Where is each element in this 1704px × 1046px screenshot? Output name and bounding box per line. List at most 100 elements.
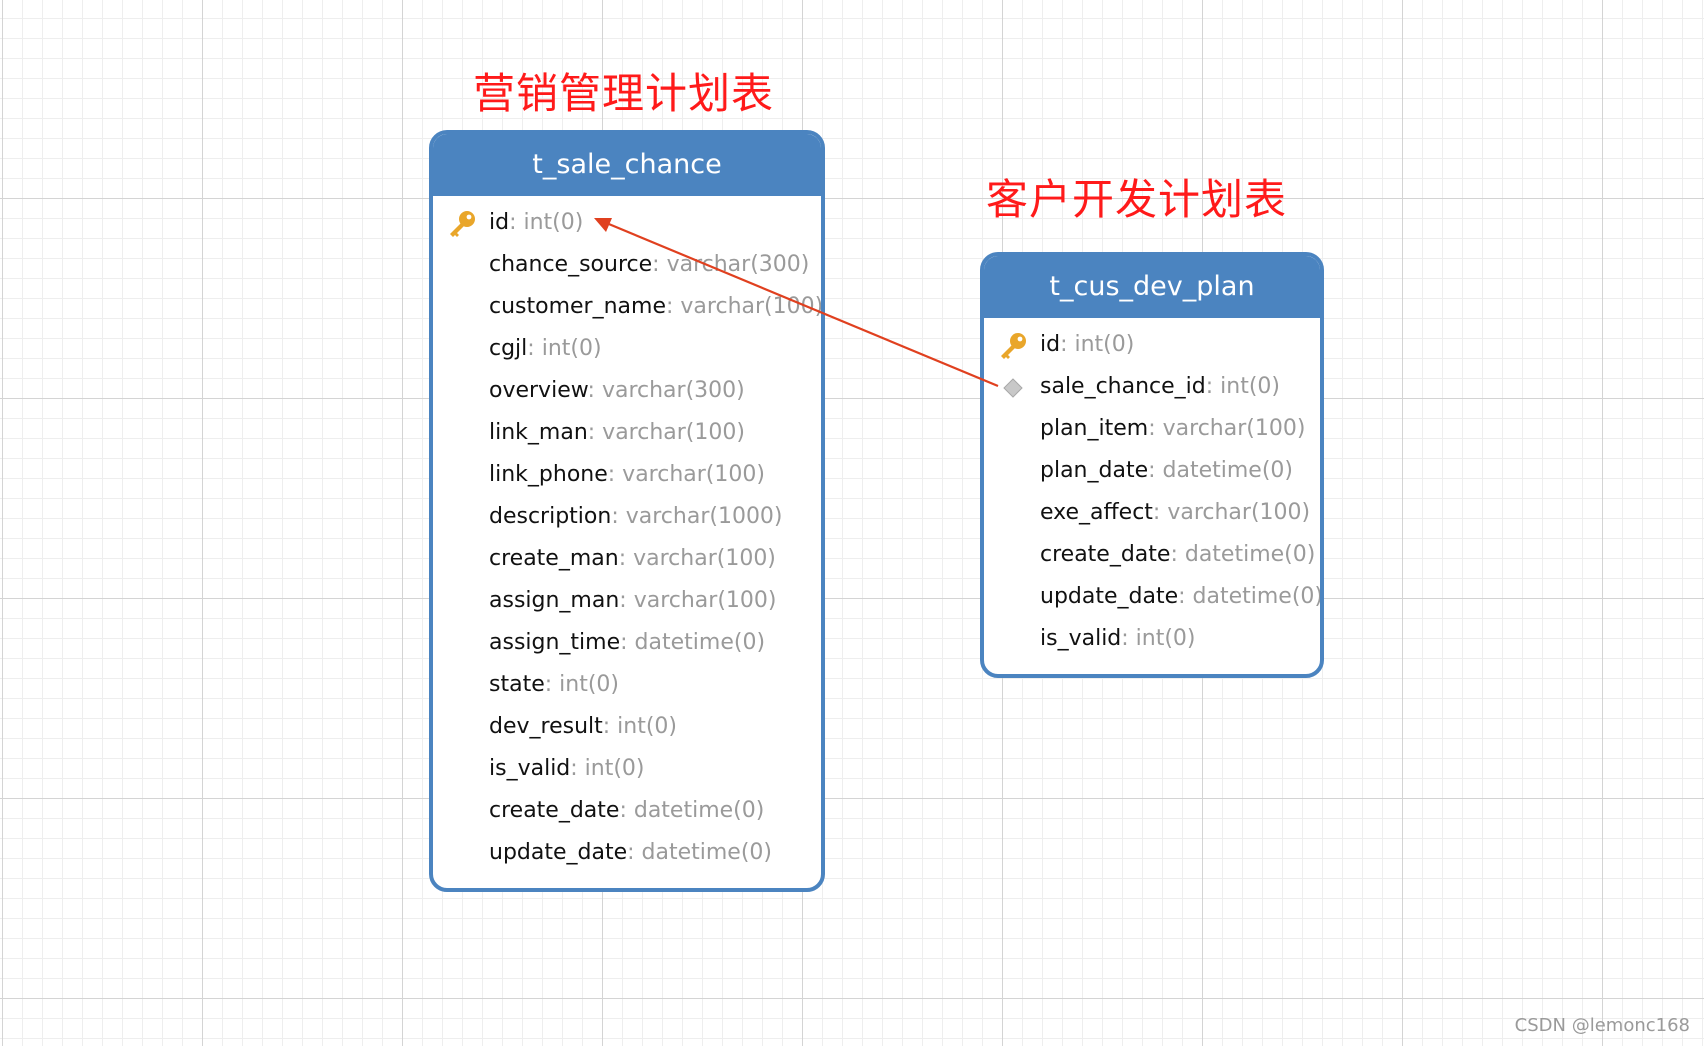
column-name: assign_time	[489, 630, 621, 655]
column-separator: :	[587, 420, 603, 445]
column-type: varchar(100)	[633, 546, 776, 571]
column-row-create-man[interactable]: create_man: varchar(100)	[433, 538, 821, 580]
column-separator: :	[1178, 584, 1193, 609]
column-type: int(0)	[584, 756, 645, 781]
column-type: int(0)	[541, 336, 602, 361]
column-name: assign_man	[489, 588, 620, 613]
column-row-update-date[interactable]: update_date: datetime(0)	[984, 576, 1320, 618]
column-name: cgjl	[489, 336, 528, 361]
column-separator: :	[607, 462, 623, 487]
column-type: varchar(100)	[633, 588, 777, 613]
column-name: state	[489, 672, 545, 697]
column-name: update_date	[1040, 584, 1179, 609]
column-name: create_date	[489, 798, 620, 823]
column-type: int(0)	[523, 210, 584, 235]
column-row-cgjl[interactable]: cgjl: int(0)	[433, 328, 821, 370]
column-type: varchar(100)	[680, 294, 824, 319]
column-separator: :	[509, 210, 524, 235]
column-separator: :	[611, 504, 626, 529]
column-separator: :	[1152, 500, 1168, 525]
column-row-assign-man[interactable]: assign_man: varchar(100)	[433, 580, 821, 622]
column-name: update_date	[489, 840, 628, 865]
column-row-create-date[interactable]: create_date: datetime(0)	[433, 790, 821, 832]
column-type: varchar(1000)	[625, 504, 783, 529]
column-row-link-man[interactable]: link_man: varchar(100)	[433, 412, 821, 454]
column-separator: :	[1148, 458, 1163, 483]
column-name: exe_affect	[1040, 500, 1153, 525]
column-separator: :	[602, 714, 618, 739]
column-row-id[interactable]: id: int(0)	[433, 202, 821, 244]
column-row-dev-result[interactable]: dev_result: int(0)	[433, 706, 821, 748]
column-row-customer-name[interactable]: customer_name: varchar(100)	[433, 286, 821, 328]
column-row-create-date[interactable]: create_date: datetime(0)	[984, 534, 1320, 576]
column-type: int(0)	[559, 672, 619, 697]
key-icon	[447, 209, 477, 239]
column-row-overview[interactable]: overview: varchar(300)	[433, 370, 821, 412]
diamond-icon	[998, 373, 1028, 403]
column-type: int(0)	[1135, 626, 1196, 651]
column-type: varchar(300)	[601, 378, 745, 403]
column-row-exe-affect[interactable]: exe_affect: varchar(100)	[984, 492, 1320, 534]
column-name: plan_item	[1040, 416, 1149, 441]
cus-dev-plan-annotation: 客户开发计划表	[986, 175, 1288, 224]
column-type: varchar(100)	[1167, 500, 1311, 525]
column-row-is-valid[interactable]: is_valid: int(0)	[984, 618, 1320, 660]
column-row-is-valid[interactable]: is_valid: int(0)	[433, 748, 821, 790]
column-name: create_date	[1040, 542, 1171, 567]
table-cus-dev-plan[interactable]: t_cus_dev_plan id: int(0) sale_chance_id:…	[980, 252, 1324, 678]
column-row-link-phone[interactable]: link_phone: varchar(100)	[433, 454, 821, 496]
column-separator: :	[619, 798, 634, 823]
column-separator: :	[1205, 374, 1221, 399]
table-header[interactable]: t_cus_dev_plan	[984, 256, 1320, 318]
column-separator: :	[570, 756, 585, 781]
column-type: datetime(0)	[1184, 542, 1316, 567]
column-separator: :	[620, 630, 635, 655]
column-type: datetime(0)	[1192, 584, 1324, 609]
column-row-sale-chance-id[interactable]: sale_chance_id: int(0)	[984, 366, 1320, 408]
column-row-chance-source[interactable]: chance_source: varchar(300)	[433, 244, 821, 286]
column-separator: :	[652, 252, 667, 277]
column-name: is_valid	[489, 756, 571, 781]
column-type: varchar(300)	[666, 252, 810, 277]
column-name: id	[1040, 332, 1061, 357]
column-type: datetime(0)	[1162, 458, 1293, 483]
sale-chance-annotation: 营销管理计划表	[473, 69, 775, 118]
column-type: varchar(100)	[1162, 416, 1306, 441]
column-separator: :	[1060, 332, 1075, 357]
column-row-plan-date[interactable]: plan_date: datetime(0)	[984, 450, 1320, 492]
column-separator: :	[619, 588, 634, 613]
column-separator: :	[1148, 416, 1163, 441]
column-row-state[interactable]: state: int(0)	[433, 664, 821, 706]
column-type: datetime(0)	[634, 630, 766, 655]
column-type: varchar(100)	[602, 420, 745, 445]
column-row-description[interactable]: description: varchar(1000)	[433, 496, 821, 538]
column-type: datetime(0)	[641, 840, 773, 865]
diagram-canvas: 营销管理计划表 客户开发计划表 t_sale_chance id: int(0)…	[0, 0, 1704, 1046]
column-separator: :	[527, 336, 542, 361]
column-name: is_valid	[1040, 626, 1122, 651]
column-separator: :	[587, 378, 602, 403]
column-separator: :	[544, 672, 560, 697]
column-separator: :	[1170, 542, 1185, 567]
column-separator: :	[1121, 626, 1136, 651]
column-row-assign-time[interactable]: assign_time: datetime(0)	[433, 622, 821, 664]
column-name: description	[489, 504, 612, 529]
column-name: chance_source	[489, 252, 653, 277]
column-row-plan-item[interactable]: plan_item: varchar(100)	[984, 408, 1320, 450]
watermark: CSDN @lemonc168	[1514, 1015, 1690, 1036]
column-separator: :	[627, 840, 642, 865]
column-name: overview	[489, 378, 588, 403]
column-type: int(0)	[1220, 374, 1281, 399]
column-name: id	[489, 210, 510, 235]
column-name: create_man	[489, 546, 619, 571]
column-row-id[interactable]: id: int(0)	[984, 324, 1320, 366]
column-separator: :	[618, 546, 634, 571]
column-list: id: int(0) sale_chance_id: int(0) plan_ite…	[984, 318, 1320, 660]
column-row-update-date[interactable]: update_date: datetime(0)	[433, 832, 821, 874]
table-sale-chance[interactable]: t_sale_chance id: int(0) chance_source: v…	[429, 130, 825, 892]
column-name: plan_date	[1040, 458, 1149, 483]
column-name: link_phone	[489, 462, 608, 487]
table-header[interactable]: t_sale_chance	[433, 134, 821, 196]
key-icon	[998, 331, 1028, 361]
column-type: varchar(100)	[622, 462, 765, 487]
